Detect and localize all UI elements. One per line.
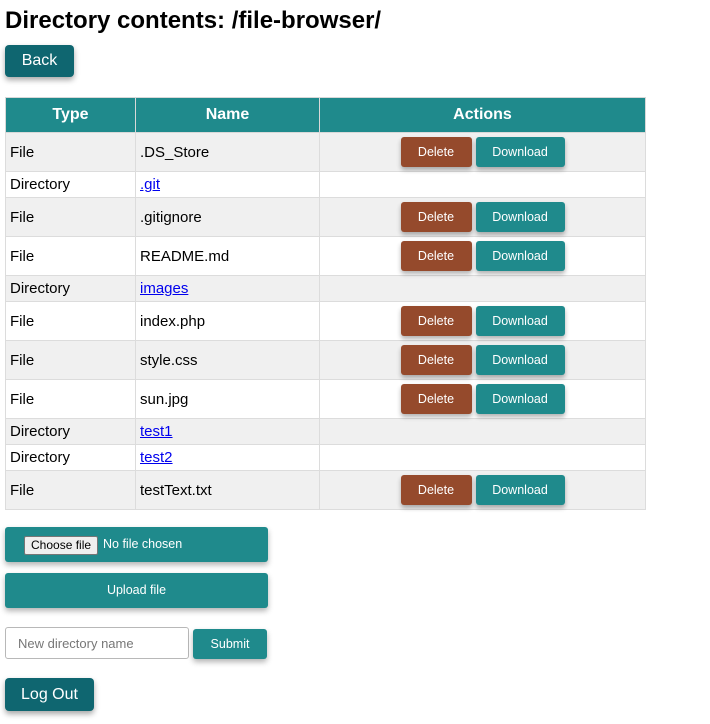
table-row: Directory test1 [5, 418, 646, 445]
table-row: File README.md Delete Download [5, 236, 646, 276]
download-button[interactable]: Download [475, 202, 565, 232]
cell-name: style.css [135, 340, 320, 380]
cell-name: test1 [135, 418, 320, 445]
logout-button[interactable]: Log Out [5, 678, 94, 711]
cell-name: test2 [135, 444, 320, 471]
delete-button[interactable]: Delete [400, 306, 472, 336]
delete-button[interactable]: Delete [400, 475, 472, 505]
cell-actions: Delete Download [319, 379, 646, 419]
no-file-chosen-text: No file chosen [103, 537, 183, 551]
file-name: .gitignore [140, 208, 202, 226]
table-row: File style.css Delete Download [5, 340, 646, 380]
file-name: README.md [140, 247, 230, 265]
cell-actions: Delete Download [319, 236, 646, 276]
download-button[interactable]: Download [475, 241, 565, 271]
cell-actions [319, 171, 646, 198]
cell-type: File [5, 379, 136, 419]
cell-type: File [5, 340, 136, 380]
directory-link[interactable]: images [140, 280, 188, 297]
table-row: File .gitignore Delete Download [5, 197, 646, 237]
cell-type: Directory [5, 275, 136, 302]
cell-name: README.md [135, 236, 320, 276]
table-row: Directory images [5, 275, 646, 302]
back-button[interactable]: Back [5, 45, 74, 77]
cell-actions: Delete Download [319, 301, 646, 341]
cell-type: Directory [5, 418, 136, 445]
delete-button[interactable]: Delete [400, 137, 472, 167]
column-header-actions: Actions [319, 97, 646, 133]
delete-button[interactable]: Delete [400, 345, 472, 375]
submit-button[interactable]: Submit [193, 629, 267, 659]
delete-button[interactable]: Delete [400, 202, 472, 232]
cell-type: Directory [5, 171, 136, 198]
table-row: File sun.jpg Delete Download [5, 379, 646, 419]
cell-type: File [5, 301, 136, 341]
table-row: File testText.txt Delete Download [5, 470, 646, 510]
file-picker[interactable]: Choose file No file chosen [5, 527, 268, 562]
directory-link[interactable]: .git [140, 176, 160, 193]
upload-file-button[interactable]: Upload file [5, 573, 268, 608]
file-name: .DS_Store [140, 143, 210, 161]
cell-actions: Delete Download [319, 470, 646, 510]
table-row: Directory test2 [5, 444, 646, 471]
cell-type: File [5, 197, 136, 237]
column-header-type: Type [5, 97, 136, 133]
cell-actions: Delete Download [319, 132, 646, 172]
download-button[interactable]: Download [475, 345, 565, 375]
cell-name: testText.txt [135, 470, 320, 510]
delete-button[interactable]: Delete [400, 384, 472, 414]
file-name: index.php [140, 312, 206, 330]
directory-link[interactable]: test2 [140, 449, 173, 466]
cell-name: sun.jpg [135, 379, 320, 419]
download-button[interactable]: Download [475, 384, 565, 414]
cell-type: Directory [5, 444, 136, 471]
table-header-row: Type Name Actions [5, 97, 646, 133]
table-row: Directory .git [5, 171, 646, 198]
cell-actions [319, 444, 646, 471]
download-button[interactable]: Download [475, 475, 565, 505]
cell-name: .git [135, 171, 320, 198]
choose-file-button[interactable]: Choose file [24, 536, 99, 555]
cell-actions: Delete Download [319, 197, 646, 237]
cell-type: File [5, 470, 136, 510]
delete-button[interactable]: Delete [400, 241, 472, 271]
page-title: Directory contents: /file-browser/ [5, 7, 382, 34]
cell-actions [319, 275, 646, 302]
file-name: sun.jpg [140, 390, 189, 408]
table-row: File .DS_Store Delete Download [5, 132, 646, 172]
directory-table: Type Name Actions File .DS_Store Delete Dow… [5, 97, 646, 510]
column-header-name: Name [135, 97, 320, 133]
cell-name: .DS_Store [135, 132, 320, 172]
file-name: testText.txt [140, 481, 212, 499]
cell-name: .gitignore [135, 197, 320, 237]
cell-actions [319, 418, 646, 445]
new-directory-input[interactable] [5, 627, 189, 659]
directory-link[interactable]: test1 [140, 423, 173, 440]
cell-name: index.php [135, 301, 320, 341]
directory-table-body: File .DS_Store Delete Download Directory .git… [5, 132, 646, 510]
cell-name: images [135, 275, 320, 302]
file-name: style.css [140, 351, 198, 369]
cell-actions: Delete Download [319, 340, 646, 380]
table-row: File index.php Delete Download [5, 301, 646, 341]
cell-type: File [5, 132, 136, 172]
cell-type: File [5, 236, 136, 276]
download-button[interactable]: Download [475, 137, 565, 167]
download-button[interactable]: Download [475, 306, 565, 336]
